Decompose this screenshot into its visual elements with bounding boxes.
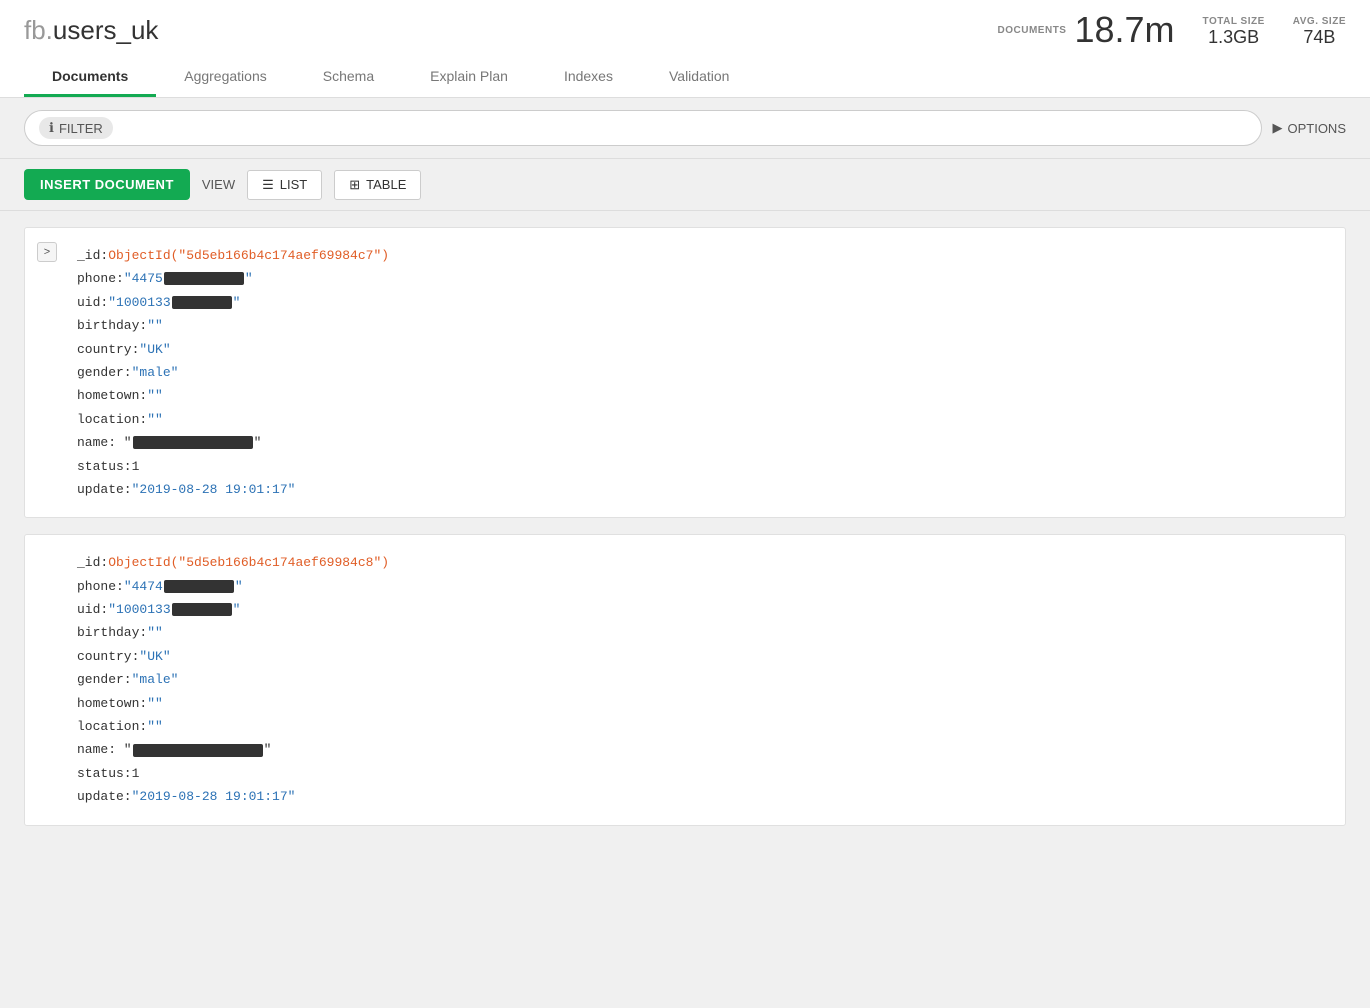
field-location: location: "": [77, 715, 1325, 738]
field-name: name: "": [77, 738, 1325, 761]
field-country: country: "UK": [77, 338, 1325, 361]
total-size-value: 1.3GB: [1208, 27, 1259, 48]
documents-stat: DOCUMENTS 18.7m: [998, 12, 1175, 48]
documents-area: > _id: ObjectId("5d5eb166b4c174aef69984c…: [0, 211, 1370, 842]
field-hometown: hometown: "": [77, 384, 1325, 407]
document-card: _id: ObjectId("5d5eb166b4c174aef69984c8"…: [24, 534, 1346, 825]
stats-area: DOCUMENTS 18.7m TOTAL SIZE 1.3GB AVG. SI…: [998, 12, 1346, 48]
header: fb.users_uk DOCUMENTS 18.7m TOTAL SIZE 1…: [0, 0, 1370, 98]
field-hometown: hometown: "": [77, 692, 1325, 715]
documents-label: DOCUMENTS: [998, 25, 1067, 36]
options-label: OPTIONS: [1287, 121, 1346, 136]
redacted-phone: [164, 272, 244, 285]
filter-bar: ℹ FILTER: [24, 110, 1262, 146]
tab-schema[interactable]: Schema: [295, 58, 402, 97]
field-update: update: "2019-08-28 19:01:17": [77, 785, 1325, 808]
list-view-button[interactable]: ☰ LIST: [247, 170, 322, 200]
tab-indexes[interactable]: Indexes: [536, 58, 641, 97]
document-card: > _id: ObjectId("5d5eb166b4c174aef69984c…: [24, 227, 1346, 518]
filter-label: FILTER: [59, 121, 103, 136]
redacted-name: [133, 744, 263, 757]
field-location: location: "": [77, 408, 1325, 431]
table-view-button[interactable]: ⊞ TABLE: [334, 170, 421, 200]
table-label: TABLE: [366, 177, 406, 192]
total-size-stat: TOTAL SIZE 1.3GB: [1203, 16, 1265, 48]
redacted-name: [133, 436, 253, 449]
list-icon: ☰: [262, 177, 274, 193]
tab-validation[interactable]: Validation: [641, 58, 757, 97]
view-label: VIEW: [202, 177, 235, 192]
redacted-uid: [172, 296, 232, 309]
field-country: country: "UK": [77, 645, 1325, 668]
header-top: fb.users_uk DOCUMENTS 18.7m TOTAL SIZE 1…: [24, 12, 1346, 58]
filter-row: ℹ FILTER ▶ OPTIONS: [24, 110, 1346, 146]
field-phone: phone: "4475": [77, 267, 1325, 290]
document-content: _id: ObjectId("5d5eb166b4c174aef69984c8"…: [77, 551, 1325, 808]
field-id: _id: ObjectId("5d5eb166b4c174aef69984c8"…: [77, 551, 1325, 574]
avg-size-label: AVG. SIZE: [1293, 16, 1346, 27]
documents-value: 18.7m: [1074, 12, 1174, 48]
avg-size-value: 74B: [1303, 27, 1335, 48]
total-size-label: TOTAL SIZE: [1203, 16, 1265, 27]
options-right: ▶ OPTIONS: [1272, 120, 1346, 136]
tab-explain-plan[interactable]: Explain Plan: [402, 58, 536, 97]
insert-document-button[interactable]: INSERT DOCUMENT: [24, 169, 190, 200]
filter-toolbar: ℹ FILTER ▶ OPTIONS: [0, 98, 1370, 159]
info-icon: ℹ: [49, 120, 54, 136]
document-content: _id: ObjectId("5d5eb166b4c174aef69984c7"…: [77, 244, 1325, 501]
list-label: LIST: [280, 177, 307, 192]
field-gender: gender: "male": [77, 361, 1325, 384]
filter-input[interactable]: [121, 120, 1248, 136]
tab-documents[interactable]: Documents: [24, 58, 156, 97]
table-icon: ⊞: [349, 177, 360, 193]
field-status: status: 1: [77, 455, 1325, 478]
field-id: _id: ObjectId("5d5eb166b4c174aef69984c7"…: [77, 244, 1325, 267]
tab-aggregations[interactable]: Aggregations: [156, 58, 295, 97]
redacted-uid: [172, 603, 232, 616]
avg-size-stat: AVG. SIZE 74B: [1293, 16, 1346, 48]
collection-prefix: fb.: [24, 15, 53, 45]
field-uid: uid: "1000133": [77, 291, 1325, 314]
field-birthday: birthday: "": [77, 314, 1325, 337]
field-birthday: birthday: "": [77, 621, 1325, 644]
nav-tabs: Documents Aggregations Schema Explain Pl…: [24, 58, 1346, 97]
action-bar: INSERT DOCUMENT VIEW ☰ LIST ⊞ TABLE: [0, 159, 1370, 211]
field-gender: gender: "male": [77, 668, 1325, 691]
collection-title: fb.users_uk: [24, 15, 158, 46]
collection-name: users_uk: [53, 15, 159, 45]
field-status: status: 1: [77, 762, 1325, 785]
field-uid: uid: "1000133": [77, 598, 1325, 621]
options-button[interactable]: ▶ OPTIONS: [1272, 120, 1346, 136]
arrow-right-icon: ▶: [1272, 120, 1282, 136]
filter-button[interactable]: ℹ FILTER: [39, 117, 113, 139]
expand-button[interactable]: >: [37, 242, 57, 262]
redacted-phone: [164, 580, 234, 593]
field-update: update: "2019-08-28 19:01:17": [77, 478, 1325, 501]
field-phone: phone: "4474": [77, 575, 1325, 598]
field-name: name: "": [77, 431, 1325, 454]
